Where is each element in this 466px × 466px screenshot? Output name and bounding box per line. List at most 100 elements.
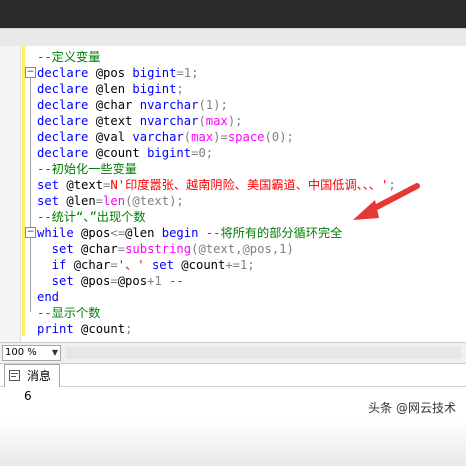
code-token: nvarchar — [139, 98, 199, 112]
code-line[interactable]: declare @text nvarchar(max); — [37, 113, 396, 129]
result-value: 6 — [24, 389, 32, 403]
code-token: bigint — [147, 146, 192, 160]
code-line[interactable]: --显示个数 — [37, 305, 396, 321]
code-line[interactable]: while @pos<=@len begin --将所有的部分循环完全 — [37, 225, 396, 241]
code-token: @len — [125, 226, 162, 240]
code-token: set — [37, 274, 74, 288]
code-token: space — [227, 130, 265, 144]
code-line[interactable]: set @len=len(@text); — [37, 193, 396, 209]
code-token: set — [144, 258, 174, 272]
code-token: --初始化一些变量 — [37, 162, 137, 176]
status-bar: 100 % ▼ — [0, 342, 466, 364]
code-token: ; — [125, 322, 133, 336]
code-token: )= — [213, 130, 228, 144]
code-token: = — [117, 242, 126, 256]
query-editor[interactable]: − − --定义变量 declare @pos bigint=1; declare … — [0, 46, 466, 342]
code-token: --显示个数 — [37, 306, 101, 320]
code-token: substring — [125, 242, 192, 256]
collapse-icon[interactable]: − — [25, 67, 36, 78]
code-token: @len — [59, 194, 96, 208]
code-token: =0; — [191, 146, 214, 160]
code-line[interactable]: print @count; — [37, 321, 396, 337]
collapse-icon[interactable]: − — [25, 227, 36, 238]
bottom-fade — [0, 420, 466, 466]
code-token: +1 — [147, 274, 170, 288]
code-token: @val — [88, 130, 133, 144]
horizontal-scrollbar[interactable] — [66, 347, 461, 359]
code-line[interactable]: set @pos=@pos+1 -- — [37, 273, 396, 289]
code-line[interactable]: set @char=substring(@text,@pos,1) — [37, 241, 396, 257]
top-dark-band — [0, 0, 466, 47]
code-token: end — [37, 290, 60, 304]
code-token: varchar — [132, 130, 184, 144]
code-token: @count — [73, 322, 126, 336]
editor-tab-strip — [0, 28, 466, 47]
code-token: = — [110, 258, 118, 272]
code-token: @pos — [73, 226, 111, 240]
zoom-value: 100 % — [5, 347, 37, 358]
code-token: (0); — [264, 130, 294, 144]
code-token: declare — [37, 130, 89, 144]
code-token: set — [37, 242, 74, 256]
code-token: = — [95, 194, 104, 208]
code-line[interactable]: if @char='、' set @count+=1; — [37, 257, 396, 273]
code-token: nvarchar — [139, 114, 199, 128]
code-token: ; — [176, 82, 184, 96]
code-token: @char — [73, 242, 118, 256]
message-icon — [9, 370, 20, 381]
code-token: +=1; — [225, 258, 255, 272]
code-line[interactable]: --统计“、”出现个数 — [37, 209, 396, 225]
code-line[interactable]: declare @val varchar(max)=space(0); — [37, 129, 396, 145]
watermark: 头条 @网云技术 — [368, 401, 456, 415]
code-token: @count — [173, 258, 226, 272]
code-token: bigint — [132, 66, 177, 80]
code-token: --统计“、”出现个数 — [37, 210, 146, 224]
code-token: = — [110, 274, 118, 288]
code-token: ); — [227, 114, 243, 128]
code-line[interactable]: end — [37, 289, 396, 305]
code-token: set — [37, 194, 60, 208]
code-line[interactable]: declare @pos bigint=1; — [37, 65, 396, 81]
code-line[interactable]: declare @len bigint; — [37, 81, 396, 97]
code-token: ( — [198, 114, 206, 128]
code-token: -- — [169, 274, 184, 288]
results-tabs: 消息 — [0, 364, 466, 387]
code-text[interactable]: --定义变量 declare @pos bigint=1; declare @len… — [37, 49, 396, 337]
outline-line — [30, 72, 31, 312]
code-token: @char — [88, 98, 140, 112]
code-token: declare — [37, 146, 89, 160]
code-token: declare — [37, 98, 89, 112]
chevron-down-icon: ▼ — [51, 348, 58, 357]
code-token: declare — [37, 82, 89, 96]
change-tracking-bar — [22, 46, 25, 336]
code-token: (1); — [198, 98, 228, 112]
code-token: declare — [37, 66, 89, 80]
code-token: @count — [88, 146, 148, 160]
code-token: declare — [37, 114, 89, 128]
code-token: (@text); — [125, 194, 184, 208]
code-line[interactable]: --定义变量 — [37, 49, 396, 65]
code-token: @char — [66, 258, 111, 272]
code-token: print — [37, 322, 74, 336]
tab-messages[interactable]: 消息 — [4, 364, 60, 387]
tab-messages-label: 消息 — [27, 369, 52, 383]
code-token: --定义变量 — [37, 50, 101, 64]
code-token: '、' — [117, 258, 145, 272]
code-token: max — [205, 114, 228, 128]
code-token: <= — [110, 226, 126, 240]
code-line[interactable]: --初始化一些变量 — [37, 161, 396, 177]
code-token: len — [103, 194, 126, 208]
code-token: @text — [59, 178, 104, 192]
code-line[interactable]: declare @char nvarchar(1); — [37, 97, 396, 113]
code-token: (@text,@pos,1) — [191, 242, 294, 256]
code-token: max — [191, 130, 214, 144]
zoom-select[interactable]: 100 % ▼ — [2, 345, 61, 361]
code-token: @pos — [73, 274, 111, 288]
code-token: while — [37, 226, 74, 240]
code-line[interactable]: set @text=N'印度嚣张、越南阴险、美国霸道、中国低调、、、'; — [37, 177, 396, 193]
red-arrow-annotation — [353, 183, 420, 220]
editor-margin — [0, 46, 21, 342]
code-token: --将所有的部分循环完全 — [198, 226, 343, 240]
code-token: @text — [88, 114, 140, 128]
code-line[interactable]: declare @count bigint=0; — [37, 145, 396, 161]
